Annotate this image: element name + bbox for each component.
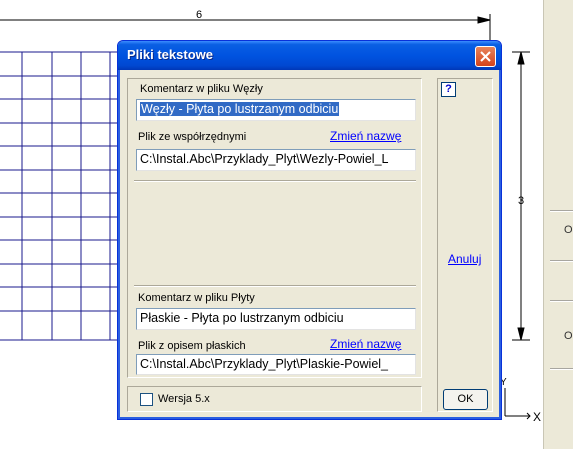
plates-comment-value: Płaskie - Płyta po lustrzanym odbiciu xyxy=(140,311,344,325)
content-panel: Komentarz w pliku Węzły Węzły - Płyta po… xyxy=(127,78,422,378)
nodes-comment-label: Komentarz w pliku Węzły xyxy=(140,83,263,95)
plates-comment-input[interactable]: Płaskie - Płyta po lustrzanym odbiciu xyxy=(136,308,416,330)
right-side-panel: O O xyxy=(543,0,573,449)
coords-file-input[interactable]: C:\Instal.Abc\Przyklady_Plyt\Wezly-Powie… xyxy=(136,149,416,171)
grid xyxy=(0,51,125,341)
dimension-top-label: 6 xyxy=(196,9,202,21)
close-icon xyxy=(480,51,491,62)
options-panel: Wersja 5.x xyxy=(127,386,422,412)
flat-file-label: Plik z opisem płaskich xyxy=(138,340,246,352)
dialog-title: Pliki tekstowe xyxy=(127,47,213,62)
coords-file-value: C:\Instal.Abc\Przyklady_Plyt\Wezly-Powie… xyxy=(140,152,389,166)
help-button[interactable]: ? xyxy=(441,82,456,97)
plates-comment-label: Komentarz w pliku Płyty xyxy=(138,292,255,304)
version-checkbox[interactable] xyxy=(140,393,153,406)
divider-top xyxy=(134,180,416,182)
flat-file-value: C:\Instal.Abc\Przyklady_Plyt\Plaskie-Pow… xyxy=(140,357,389,371)
ok-button[interactable]: OK xyxy=(443,389,488,410)
rename-link-2[interactable]: Zmień nazwę xyxy=(330,337,401,351)
flat-file-input[interactable]: C:\Instal.Abc\Przyklady_Plyt\Plaskie-Pow… xyxy=(136,354,416,375)
text-files-dialog: Pliki tekstowe Komentarz w pliku Węzły W… xyxy=(117,40,502,420)
close-button[interactable] xyxy=(475,46,496,67)
coords-file-label: Plik ze współrzędnymi xyxy=(138,131,247,143)
cancel-link[interactable]: Anuluj xyxy=(448,252,481,266)
version-checkbox-label: Wersja 5.x xyxy=(158,393,210,405)
rename-link-1[interactable]: Zmień nazwę xyxy=(330,129,401,143)
axes-icon xyxy=(504,388,531,420)
right-panel-label-2: O xyxy=(564,330,573,342)
nodes-comment-input[interactable]: Węzły - Płyta po lustrzanym odbiciu xyxy=(136,99,416,121)
divider-bottom xyxy=(134,285,416,287)
nodes-comment-value: Węzły - Płyta po lustrzanym odbiciu xyxy=(140,102,340,116)
button-panel: ? Anuluj OK xyxy=(437,78,493,412)
right-panel-label-1: O xyxy=(564,224,573,236)
axis-x-label: X xyxy=(533,410,541,424)
dimension-right-label: 3 xyxy=(518,195,524,207)
dialog-titlebar[interactable]: Pliki tekstowe xyxy=(118,41,501,70)
